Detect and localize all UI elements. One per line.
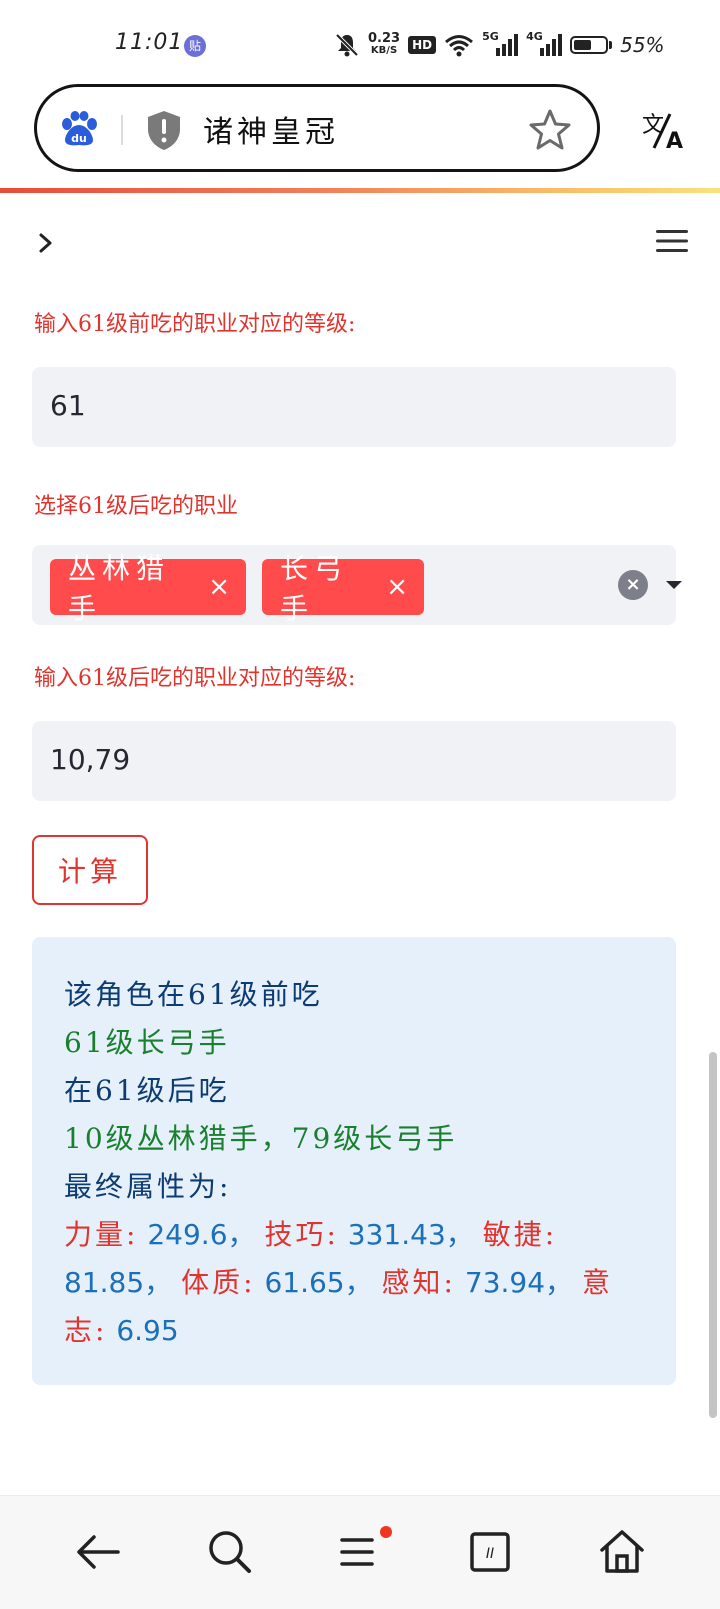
bookmark-star-icon[interactable] [527,107,573,153]
clear-all-icon[interactable]: × [618,570,648,600]
stat-value: 73.94 [464,1266,546,1299]
menu-notification-dot [380,1526,392,1538]
result-line-before: 该角色在61级前吃 [64,978,323,1011]
after-level-label: 输入61级后吃的职业对应的等级: [34,666,356,691]
calculate-button[interactable]: 计算 [32,835,148,905]
search-icon[interactable] [204,1526,256,1578]
svg-text:du: du [71,132,87,145]
stat-name: 敏捷: [482,1218,558,1251]
before-level-value: 61 [50,389,86,422]
stat-name: 意 [581,1266,613,1299]
net-speed-unit: KB/S [370,45,398,56]
stat-value: 249.6 [147,1218,228,1251]
result-line-after: 在61级后吃 [64,1074,230,1107]
result-stats-row-3: 志: 6.95 [64,1309,179,1349]
tab-count: II [486,1546,494,1562]
address-bar[interactable]: du 诸神皇冠 [34,84,600,172]
dropdown-caret-icon[interactable] [666,581,682,589]
after-class-label: 选择61级后吃的职业 [34,494,238,519]
after-level-value: 10,79 [50,743,131,776]
net-speed: 0.23 KB/S [368,31,401,57]
stat-name: 技巧: [264,1218,339,1251]
signal-5g-label: 5G [482,30,499,43]
translate-icon[interactable]: 文 A [640,108,686,152]
hd-badge: HD [408,36,437,54]
result-stats-row-1: 力量: 249.6， 技巧: 331.43， 敏捷: [64,1218,558,1251]
result-box: 该角色在61级前吃 61级长弓手 在61级后吃 10级丛林猎手，79级长弓手 最… [32,937,676,1385]
bottom-nav-bar: II [0,1495,720,1609]
sidebar-expand-chevron-icon[interactable] [34,228,58,258]
svg-text:A: A [666,129,683,152]
battery-percent: 55% [620,33,665,57]
result-stats-row-2: 81.85， 体质: 61.65， 感知: 73.94， 意 [64,1266,613,1299]
status-bar: 11:01 贴 0.23 KB/S HD 5G 4G 55% [0,0,720,84]
baidu-logo-icon[interactable]: du [59,111,99,147]
mute-bell-icon [335,33,359,57]
tabs-icon[interactable]: II [464,1526,516,1578]
tieba-notification-icon: 贴 [184,35,206,57]
stat-value: 6.95 [116,1314,179,1347]
result-line-final-label: 最终属性为: [64,1170,232,1203]
security-shield-icon[interactable] [145,109,183,151]
battery-icon [570,36,613,54]
class-tag-label: 丛林猎手 [68,552,171,625]
after-class-multiselect[interactable]: 丛林猎手 × 长弓手 × × [32,545,682,625]
page-load-progress [0,188,720,193]
stat-name: 志: [64,1314,108,1347]
status-time: 11:01 [115,30,184,55]
stat-name: 力量: [64,1218,139,1251]
result-line-after-classes: 10级丛林猎手，79级长弓手 [64,1122,458,1155]
wifi-icon [445,35,474,57]
stat-name: 感知: [381,1266,456,1299]
remove-tag-icon[interactable]: × [208,572,230,602]
class-tag-longbowman: 长弓手 × [262,552,424,625]
net-speed-value: 0.23 [368,31,401,46]
class-tag-label: 长弓手 [280,552,349,625]
signal-4g-label: 4G [526,30,543,43]
hamburger-menu-icon[interactable] [656,228,688,254]
page-scrollbar[interactable] [709,1052,717,1418]
stat-value: 61.65 [264,1266,345,1299]
stat-name: 体质: [181,1266,256,1299]
remove-tag-icon[interactable]: × [386,572,408,602]
back-arrow-icon[interactable] [72,1526,124,1578]
address-divider [121,115,123,145]
address-text[interactable]: 诸神皇冠 [203,107,339,151]
status-icons: 0.23 KB/S HD 5G 4G 55% [334,30,665,60]
before-level-label: 输入61级前吃的职业对应的等级: [34,312,356,337]
home-icon[interactable] [596,1526,648,1578]
stat-value: 81.85 [64,1266,145,1299]
menu-icon[interactable] [334,1526,386,1578]
before-level-input[interactable]: 61 [32,367,676,447]
signal-4g-icon: 4G [526,30,563,56]
class-tag-jungle-hunter: 丛林猎手 × [50,552,246,625]
result-line-before-class: 61级长弓手 [64,1026,230,1059]
stat-value: 331.43 [347,1218,446,1251]
signal-5g-icon: 5G [482,30,519,56]
after-level-input[interactable]: 10,79 [32,721,676,801]
